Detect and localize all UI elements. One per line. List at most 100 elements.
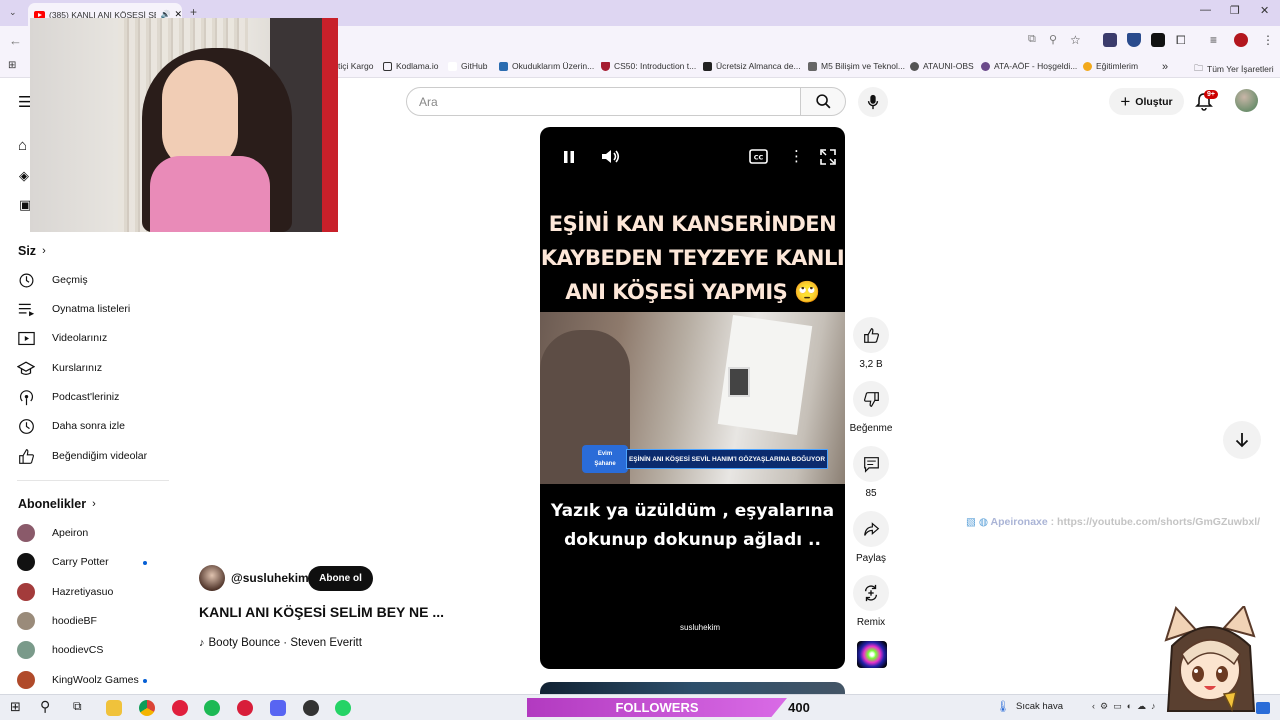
- sidebar-item-playlists[interactable]: Oynatma listeleri: [17, 299, 130, 319]
- windows-start-icon[interactable]: ⊞: [10, 699, 21, 715]
- apps-grid-icon[interactable]: ⊞: [8, 60, 16, 71]
- create-button[interactable]: + Oluştur: [1109, 88, 1184, 115]
- chrome-icon[interactable]: [139, 700, 155, 716]
- subscription-hoodiebf[interactable]: hoodieBF: [17, 611, 97, 631]
- next-short-preview[interactable]: [540, 682, 845, 694]
- you-section-header[interactable]: Siz ›: [18, 244, 46, 258]
- channel-name[interactable]: @susluhekim: [231, 571, 309, 585]
- app-red-2-icon[interactable]: [237, 700, 253, 716]
- history-icon: [17, 271, 35, 289]
- subscription-carry-potter[interactable]: Carry Potter: [17, 552, 109, 572]
- pause-icon[interactable]: [563, 150, 575, 164]
- language-icon: [703, 61, 712, 71]
- notification-count-badge: 9+: [1204, 90, 1218, 99]
- sidebar-item-your-videos[interactable]: Videolarınız: [17, 328, 107, 348]
- share-button[interactable]: Paylaş: [847, 511, 895, 564]
- system-tray-icons[interactable]: ‹⚙▭◐☁♪: [1092, 701, 1161, 712]
- taskbar-search-icon[interactable]: ⚲: [40, 698, 50, 715]
- bookmark-8[interactable]: ATA-AÖF - Hoşgeldi...: [981, 61, 1077, 71]
- bookmark-3[interactable]: Okuduklarım Üzerin...: [499, 61, 594, 71]
- show-logo: Evim Şahane: [582, 445, 628, 473]
- bookmark-7[interactable]: ATAUNI-OBS: [910, 61, 974, 71]
- share-icon: [853, 511, 889, 547]
- subscription-apeiron[interactable]: Apeiron: [17, 523, 88, 543]
- extensions-puzzle-icon[interactable]: ⧠: [1176, 33, 1186, 48]
- all-bookmarks[interactable]: 🗀 Tüm Yer İşaretleri: [1194, 61, 1274, 77]
- extension-3-icon[interactable]: [1151, 33, 1165, 47]
- account-avatar[interactable]: [1235, 89, 1258, 112]
- comments-button[interactable]: 85: [847, 446, 895, 499]
- search-button[interactable]: [800, 87, 846, 116]
- bookmark-2[interactable]: GitHub: [448, 61, 487, 71]
- search-input[interactable]: Ara: [406, 87, 801, 116]
- media-control-icon[interactable]: ≡: [1210, 33, 1217, 47]
- like-button[interactable]: 3,2 B: [847, 317, 895, 370]
- channel-avatar: [17, 583, 35, 601]
- app-red-icon[interactable]: [172, 700, 188, 716]
- bookmark-4[interactable]: CS50: Introduction t...: [601, 61, 696, 71]
- ata-aof-icon: [981, 61, 990, 71]
- subscription-kingwoolz-games[interactable]: KingWoolz Games: [17, 670, 139, 690]
- new-content-dot: [143, 561, 147, 565]
- sidebar-item-watch-later[interactable]: Daha sonra izle: [17, 416, 125, 436]
- subscription-hoodievcs[interactable]: hoodievCS: [17, 640, 103, 660]
- audio-thumbnail[interactable]: [857, 641, 887, 668]
- watch-later-icon: [17, 417, 35, 435]
- medium-icon: [499, 61, 508, 71]
- extension-1-icon[interactable]: [1103, 33, 1117, 47]
- bookmark-9[interactable]: Eğitimlerim: [1083, 61, 1138, 71]
- subscribe-button[interactable]: Abone ol: [308, 566, 373, 591]
- sidebar-item-liked-videos[interactable]: Beğendiğim videolar: [17, 446, 147, 466]
- subscription-hazretiyasuo[interactable]: Hazretiyasuo: [17, 582, 113, 602]
- followers-bar-fill: FOLLOWERS: [527, 698, 787, 717]
- file-explorer-icon[interactable]: [106, 700, 122, 716]
- more-options-icon[interactable]: ⋮: [789, 147, 804, 165]
- bookmark-5[interactable]: Ücretsiz Almanca de...: [703, 61, 801, 71]
- chevron-right-icon: ›: [42, 245, 46, 257]
- channel-avatar: [17, 612, 35, 630]
- fullscreen-icon[interactable]: [820, 149, 836, 165]
- task-view-icon[interactable]: ⧉: [73, 699, 82, 714]
- shorts-video-player[interactable]: CC ⋮ EŞİNİ KAN KANSERİNDEN KAYBEDEN TEYZ…: [540, 127, 845, 669]
- close-window-icon[interactable]: ✕: [1260, 4, 1269, 17]
- profile-icon[interactable]: [1234, 33, 1248, 47]
- new-tab-icon[interactable]: +: [190, 5, 197, 19]
- sidebar-item-podcasts[interactable]: Podcast'leriniz: [17, 387, 119, 407]
- dislike-button[interactable]: Beğenme: [847, 381, 895, 434]
- bookmark-6[interactable]: M5 Bilişim ve Teknol...: [808, 61, 905, 71]
- discord-icon[interactable]: [270, 700, 286, 716]
- notification-center-icon[interactable]: [1256, 702, 1270, 714]
- remix-icon: [853, 575, 889, 611]
- zoom-icon[interactable]: ⚲: [1049, 33, 1057, 46]
- captions-icon[interactable]: CC: [749, 149, 768, 164]
- whatsapp-icon[interactable]: [335, 700, 351, 716]
- spotify-icon[interactable]: [204, 700, 220, 716]
- install-app-icon[interactable]: ⧉: [1028, 33, 1036, 46]
- volume-icon[interactable]: [601, 148, 621, 165]
- music-link[interactable]: ♪ Booty Bounce · Steven Everitt: [199, 637, 362, 649]
- obs-icon[interactable]: [303, 700, 319, 716]
- channel-avatar[interactable]: [199, 565, 225, 591]
- shield-extension-icon[interactable]: [1127, 33, 1141, 47]
- sidebar-item-courses[interactable]: Kurslarınız: [17, 358, 102, 378]
- remix-button[interactable]: Remix: [847, 575, 895, 628]
- video-caption-title: EŞİNİ KAN KANSERİNDEN KAYBEDEN TEYZEYE K…: [540, 212, 845, 304]
- video-title[interactable]: KANLI ANI KÖŞESİ SELİM BEY NE ...: [199, 604, 444, 620]
- restore-icon[interactable]: ❐: [1230, 4, 1240, 17]
- minimize-icon[interactable]: —: [1200, 4, 1211, 16]
- harvard-icon: [601, 61, 610, 71]
- more-bookmarks[interactable]: »: [1162, 61, 1168, 73]
- sidebar-item-history[interactable]: Geçmiş: [17, 270, 88, 290]
- shorts-icon[interactable]: ◈: [19, 168, 29, 184]
- home-icon[interactable]: ⌂: [18, 137, 27, 154]
- next-short-button[interactable]: [1223, 421, 1261, 459]
- bookmark-1[interactable]: Kodlama.io: [383, 61, 439, 71]
- weather-text[interactable]: Sıcak hava: [1016, 701, 1063, 712]
- subscriptions-section-header[interactable]: Abonelikler ›: [18, 497, 96, 511]
- back-icon[interactable]: ←: [9, 33, 22, 48]
- bookmark-0[interactable]: tiçi Kargo: [338, 61, 373, 71]
- bookmark-star-icon[interactable]: ☆: [1070, 33, 1081, 47]
- browser-menu-icon[interactable]: ⋮: [1262, 33, 1274, 47]
- tab-search-icon[interactable]: ⌄: [9, 7, 17, 18]
- voice-search-button[interactable]: [858, 87, 888, 117]
